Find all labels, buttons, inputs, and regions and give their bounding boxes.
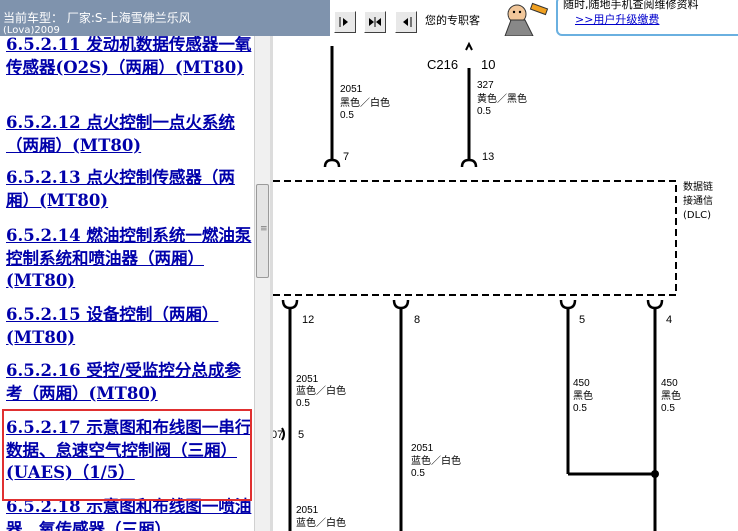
pin-number: 7	[343, 151, 349, 163]
dlc-component-box	[273, 180, 677, 296]
nav-jump-button[interactable]	[364, 11, 386, 33]
wire-circuit: 2051	[296, 505, 319, 516]
arrow-left-icon	[403, 17, 412, 27]
splice-icon	[651, 470, 659, 478]
toc-link[interactable]: 6.5.2.12 点火控制一点火系统（两厢）(MT80)	[6, 113, 235, 155]
wire-gauge: 0.5	[661, 403, 675, 414]
toc-link[interactable]: 6.5.2.16 受控/受监控分总成参考（两厢）(MT80)	[6, 361, 241, 403]
wire-color: 蓝色／白色	[411, 454, 461, 467]
toc-item-6-5-2-18[interactable]: 6.5.2.18 示意图和布线图一喷油器、氧传感器（三厢）	[6, 496, 252, 531]
nav-prev-button[interactable]	[334, 11, 356, 33]
toc-item-6-5-2-16[interactable]: 6.5.2.16 受控/受监控分总成参考（两厢）(MT80)	[6, 360, 252, 405]
toc-scrollbar[interactable]: ≡	[254, 36, 270, 531]
wire-color: 蓝色／白色	[296, 516, 346, 529]
terminal-icon	[392, 299, 410, 310]
selected-item-highlight	[2, 409, 252, 501]
connector-pin: 10	[481, 57, 495, 72]
terminal-icon	[281, 299, 299, 310]
wire-gauge: 0.5	[296, 398, 310, 409]
pin-number: 4	[666, 314, 672, 326]
toc-item-6-5-2-13[interactable]: 6.5.2.13 点火控制传感器（两厢）(MT80)	[6, 167, 252, 212]
wire-circuit: 2051	[411, 443, 434, 454]
toc-item-6-5-2-15[interactable]: 6.5.2.15 设备控制（两厢）(MT80)	[6, 304, 252, 349]
dlc-label: 数据链	[683, 180, 713, 193]
connector-label: C216	[427, 57, 458, 72]
double-arrow-icon	[369, 17, 381, 27]
pin-number: 5	[579, 314, 585, 326]
nav-back-button[interactable]	[395, 11, 417, 33]
terminal-icon	[460, 158, 478, 168]
toc-link[interactable]: 6.5.2.18 示意图和布线图一喷油器、氧传感器（三厢）	[6, 497, 251, 531]
arrow-right-icon	[339, 17, 348, 27]
wire-circuit: 450	[661, 378, 678, 389]
wire-gauge: 0.5	[340, 110, 354, 121]
wiring-diagram: 2051 黑色／白色 0.5 C216 10 327 黄色／黑色 0.5 7 1…	[273, 41, 713, 531]
wire-color: 黑色／白色	[340, 96, 390, 109]
grip-icon: ≡	[260, 224, 268, 234]
pin-number: 13	[482, 151, 494, 163]
toc-item-6-5-2-11[interactable]: 6.5.2.11 发动机数据传感器一氧传感器(O2S)（两厢）(MT80)	[6, 36, 252, 79]
dlc-label: 接通信	[683, 194, 713, 207]
login-text: 您的专职客	[425, 14, 480, 27]
toc-link[interactable]: 6.5.2.13 点火控制传感器（两厢）(MT80)	[6, 168, 235, 210]
mascot-icon	[504, 2, 549, 36]
wire-color: 蓝色／白色	[296, 384, 346, 397]
terminal-icon	[559, 299, 577, 310]
wire-gauge: 0.5	[411, 468, 425, 479]
wire-circuit: 2051	[296, 374, 319, 385]
toc-link[interactable]: 6.5.2.15 设备控制（两厢）(MT80)	[6, 305, 218, 347]
wire-color: 黄色／黑色	[477, 92, 527, 105]
wire-gauge: 0.5	[573, 403, 587, 414]
dlc-label: (DLC)	[683, 210, 711, 221]
top-bar: 当前车型： 厂家:S-上海雪佛兰乐风 (Lova)2009 您的专职客 随时,随…	[0, 0, 738, 36]
upgrade-link[interactable]: >>用户升级缴费	[575, 11, 659, 27]
terminal-icon	[323, 158, 341, 168]
wire-circuit: 450	[573, 378, 590, 389]
toc-link[interactable]: 6.5.2.11 发动机数据传感器一氧传感器(O2S)（两厢）(MT80)	[6, 36, 251, 77]
wire-gauge: 0.5	[477, 106, 491, 117]
terminal-icon	[646, 299, 664, 310]
scroll-thumb[interactable]: ≡	[256, 184, 269, 278]
vehicle-info-bar: 当前车型： 厂家:S-上海雪佛兰乐风 (Lova)2009	[0, 0, 330, 36]
toc-link[interactable]: 6.5.2.14 燃油控制系统一燃油泵控制系统和喷油器（两厢）(MT80)	[6, 226, 251, 290]
toc-item-6-5-2-12[interactable]: 6.5.2.12 点火控制一点火系统（两厢）(MT80)	[6, 112, 252, 157]
wire-color: 黑色	[661, 389, 681, 402]
connector-c216-icon	[465, 41, 473, 51]
vehicle-label: 当前车型： 厂家:S-上海雪佛兰乐风	[3, 11, 191, 25]
wire-circuit: 2051	[340, 84, 363, 95]
wire-circuit: 327	[477, 80, 494, 91]
wire-color: 黑色	[573, 389, 593, 402]
pin-number: 8	[414, 314, 420, 326]
vehicle-model-year: (Lova)2009	[3, 26, 60, 36]
side-connector-pin: 5	[298, 429, 304, 441]
toc-panel: 6.5.2.11 发动机数据传感器一氧传感器(O2S)（两厢）(MT80) 6.…	[0, 36, 254, 531]
pin-number: 12	[302, 314, 314, 326]
toc-item-6-5-2-14[interactable]: 6.5.2.14 燃油控制系统一燃油泵控制系统和喷油器（两厢）(MT80)	[6, 225, 252, 293]
